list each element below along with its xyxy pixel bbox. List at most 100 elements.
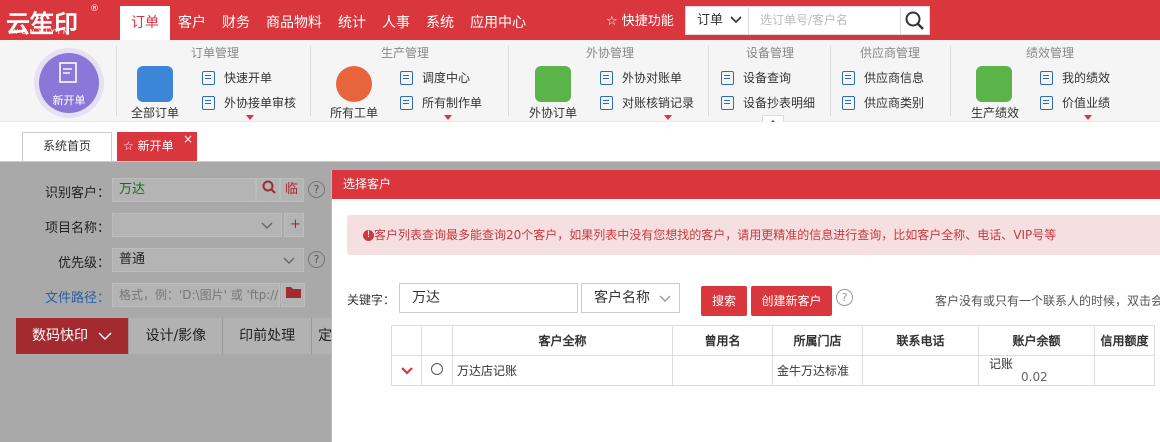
help-icon[interactable]: ?	[836, 289, 853, 306]
all-work-label[interactable]: 所有工单	[322, 104, 386, 121]
priority-value: 普通	[119, 252, 146, 267]
nav-finance[interactable]: 财务	[214, 0, 258, 40]
search-button[interactable]: 搜索	[701, 286, 747, 316]
device-meter-item[interactable]: 设备抄表明细	[721, 94, 815, 112]
out-order-icon[interactable]	[535, 66, 571, 102]
out-order-label[interactable]: 外协订单	[520, 104, 586, 121]
balance-value: 0.02	[1021, 370, 1048, 384]
search-input[interactable]: 选订单号/客户名	[752, 7, 900, 34]
chevron-down-icon	[659, 295, 671, 302]
group-title-supplier: 供应商管理	[859, 46, 920, 60]
supplier-info-item[interactable]: 供应商信息	[842, 69, 924, 87]
path-label[interactable]: 文件路径：	[30, 287, 110, 306]
folder-button[interactable]	[281, 283, 305, 307]
new-order-button[interactable]: 新开单	[34, 48, 104, 118]
supplier-info-label: 供应商信息	[864, 71, 925, 85]
out-check-item[interactable]: 外协对账单	[600, 69, 682, 87]
expand-arrow-icon[interactable]	[1084, 115, 1092, 120]
document-icon	[842, 71, 855, 85]
divider	[950, 46, 951, 116]
device-query-item[interactable]: 设备查询	[721, 69, 791, 87]
nav-goods[interactable]: 商品物料	[258, 0, 330, 40]
search-type-select[interactable]: 订单	[686, 7, 749, 34]
document-icon	[202, 96, 215, 110]
perf-label[interactable]: 生产绩效	[962, 104, 1028, 121]
cell-phone	[862, 355, 979, 386]
radio-cell[interactable]	[421, 355, 453, 386]
path-input[interactable]: 格式，例：'D:\图片' 或 'ftp://	[112, 283, 280, 307]
tab-home[interactable]: 系统首页	[22, 132, 112, 161]
global-search: 订单 选订单号/客户名	[685, 6, 930, 35]
keyword-input[interactable]: 万达	[399, 283, 578, 313]
out-review-item[interactable]: 外协接单审核	[202, 94, 296, 112]
supplier-type-item[interactable]: 供应商类别	[842, 94, 924, 112]
tab-new-order[interactable]: ☆ 新开单 ×	[117, 132, 197, 161]
expand-arrow-icon[interactable]	[246, 115, 254, 120]
tab-design[interactable]: 设计/影像	[129, 318, 224, 354]
help-icon[interactable]: ?	[308, 181, 325, 198]
my-perf-item[interactable]: 我的绩效	[1040, 69, 1110, 87]
dispatch-item[interactable]: 调度中心	[400, 69, 470, 87]
nav-apps[interactable]: 应用中心	[462, 0, 534, 40]
expand-arrow-icon[interactable]	[664, 115, 672, 120]
all-make-item[interactable]: 所有制作单	[400, 94, 482, 112]
tab-digital[interactable]: 数码快印	[16, 318, 130, 354]
customer-search-button[interactable]	[256, 178, 280, 202]
document-icon	[1040, 96, 1053, 110]
field-select[interactable]: 客户名称	[581, 283, 680, 313]
value-perf-item[interactable]: 价值业绩	[1040, 94, 1110, 112]
cell-former	[672, 355, 773, 386]
col-former: 曾用名	[672, 325, 773, 356]
nav-system[interactable]: 系统	[418, 0, 462, 40]
device-meter-label: 设备抄表明细	[743, 96, 816, 110]
document-icon	[400, 71, 413, 85]
chevron-down-icon	[261, 222, 273, 229]
all-orders-icon[interactable]	[137, 66, 173, 102]
star-icon: ☆	[123, 139, 134, 153]
priority-select[interactable]: 普通	[112, 248, 304, 272]
table-row[interactable]: 万达店记账 金牛万达标准 记账 0.02	[391, 355, 1155, 386]
tab-prepress[interactable]: 印前处理	[223, 318, 313, 354]
logo-subtext: YUNXIYIN	[14, 28, 72, 36]
close-icon[interactable]: ×	[183, 126, 193, 153]
temp-customer-button[interactable]: 临	[280, 178, 304, 202]
select-radio[interactable]	[431, 363, 443, 375]
reconcile-item[interactable]: 对账核销记录	[600, 94, 694, 112]
logo: 云笙印 ® YUNXIYIN	[6, 4, 106, 38]
expand-arrow-icon[interactable]	[444, 115, 452, 120]
all-orders-label[interactable]: 全部订单	[122, 104, 188, 121]
nav-hr[interactable]: 人事	[374, 0, 418, 40]
quick-functions-label: 快捷功能	[621, 14, 674, 29]
quick-open-item[interactable]: 快速开单	[202, 69, 272, 87]
nav-stats[interactable]: 统计	[330, 0, 374, 40]
col-balance: 账户余额	[978, 325, 1095, 356]
new-order-label: 新开单	[52, 94, 86, 107]
keyword-label: 关键字：	[347, 293, 396, 307]
perf-icon[interactable]	[976, 66, 1012, 102]
dispatch-label: 调度中心	[422, 71, 471, 85]
add-project-button[interactable]: +	[284, 213, 304, 237]
quick-functions[interactable]: ☆ 快捷功能	[606, 10, 674, 29]
document-icon	[400, 96, 413, 110]
nav-order[interactable]: 订单	[120, 6, 170, 40]
document-icon	[202, 71, 215, 85]
top-bar: 云笙印 ® YUNXIYIN 订单 客户 财务 商品物料 统计 人事 系统 应用…	[0, 0, 1160, 40]
chevron-down-icon	[283, 257, 295, 264]
group-title-device: 设备管理	[745, 46, 794, 60]
reconcile-label: 对账核销记录	[622, 96, 695, 110]
customer-field[interactable]: 万达	[112, 178, 256, 202]
search-button[interactable]	[900, 7, 929, 34]
nav-customer[interactable]: 客户	[170, 0, 214, 40]
col-name: 客户全称	[452, 325, 673, 356]
document-icon	[721, 96, 734, 110]
supplier-type-label: 供应商类别	[864, 96, 925, 110]
select-customer-dialog: 选择客户 ! 客户列表查询最多能查询20个客户，如果列表中没有您想找的客户，请用更…	[331, 170, 1160, 442]
divider	[830, 46, 831, 116]
divider	[116, 46, 117, 116]
help-icon[interactable]: ?	[308, 251, 325, 268]
expand-cell[interactable]	[391, 355, 422, 386]
all-work-icon[interactable]	[336, 66, 372, 102]
dialog-title: 选择客户	[332, 170, 1160, 199]
create-customer-button[interactable]: 创建新客户	[751, 286, 832, 316]
project-select[interactable]	[112, 213, 282, 237]
